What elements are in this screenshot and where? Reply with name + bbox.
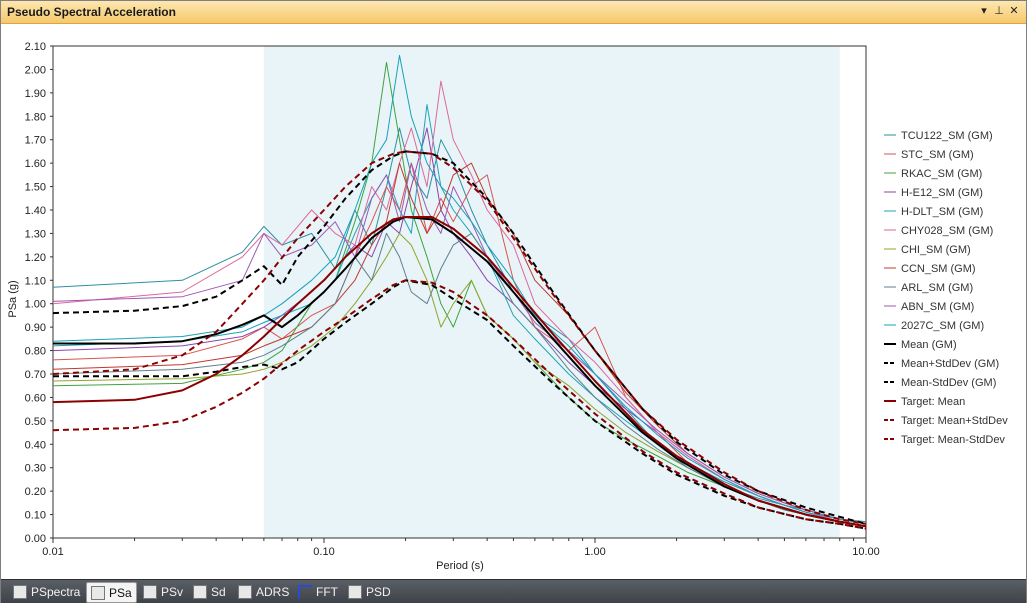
y-tick-label: 0.00 [25, 533, 46, 545]
legend-entry: RKAC_SM (GM) [901, 168, 982, 180]
y-tick-label: 0.40 [25, 439, 46, 451]
legend-entry: 2027C_SM (GM) [901, 320, 984, 332]
psd-icon [348, 584, 362, 599]
tab-adrs[interactable]: ADRS [234, 582, 289, 601]
tab-label: PSD [366, 584, 391, 599]
x-tick-label: 0.10 [313, 546, 334, 558]
legend-entry: CHI_SM (GM) [901, 244, 971, 256]
adrs-icon [238, 584, 252, 599]
view-tab-bar: PSpectra PSa PSv Sd ADRS FFT PSD [1, 579, 1026, 603]
pin-icon[interactable]: ⊥ [992, 4, 1006, 18]
tab-label: PSv [161, 584, 184, 599]
y-tick-label: 1.50 [25, 182, 46, 194]
y-tick-label: 0.50 [25, 416, 46, 428]
y-axis-label: PSa (g) [7, 280, 19, 317]
y-tick-label: 0.70 [25, 369, 46, 381]
tab-label: FFT [316, 584, 338, 599]
sd-icon [193, 584, 207, 599]
window-title: Pseudo Spectral Acceleration [7, 5, 176, 19]
legend-entry: H-DLT_SM (GM) [901, 206, 983, 218]
tab-psa[interactable]: PSa [86, 582, 137, 603]
y-tick-label: 2.10 [25, 41, 46, 53]
legend-entry: CCN_SM (GM) [901, 263, 976, 275]
x-axis-label: Period (s) [436, 560, 484, 572]
legend-entry: TCU122_SM (GM) [901, 130, 993, 142]
x-tick-label: 0.01 [42, 546, 63, 558]
title-bar: Pseudo Spectral Acceleration ▾ ⊥ ✕ [1, 1, 1026, 24]
close-icon[interactable]: ✕ [1007, 4, 1021, 18]
y-tick-label: 1.10 [25, 275, 46, 287]
chart-window: Pseudo Spectral Acceleration ▾ ⊥ ✕ 0.00 0… [0, 0, 1027, 603]
psa-icon [91, 585, 105, 600]
legend-entry: CHY028_SM (GM) [901, 225, 993, 237]
psv-icon [143, 584, 157, 599]
chart-area: 0.00 0.10 0.20 0.30 0.40 0.50 0.60 0.70 0.80 0.90… [1, 24, 1026, 579]
y-tick-label: 1.00 [25, 299, 46, 311]
x-tick-label: 10.00 [852, 546, 880, 558]
y-tick-label: 0.30 [25, 463, 46, 475]
legend-entry: Mean-StdDev (GM) [901, 377, 996, 389]
legend-entry: Target: Mean+StdDev [901, 415, 1008, 427]
tab-pspectra[interactable]: PSpectra [9, 582, 80, 601]
tab-label: ADRS [256, 584, 290, 599]
tab-label: Sd [211, 584, 226, 599]
pspectra-icon [13, 584, 27, 599]
legend-entry: STC_SM (GM) [901, 149, 974, 161]
tab-psv[interactable]: PSv [139, 582, 183, 601]
y-tick-label: 1.60 [25, 158, 46, 170]
y-tick-label: 0.80 [25, 346, 46, 358]
y-tick-label: 1.90 [25, 88, 46, 100]
legend-entry: ARL_SM (GM) [901, 282, 973, 294]
y-tick-label: 0.90 [25, 322, 46, 334]
y-tick-label: 2.00 [25, 64, 46, 76]
legend-entry: Target: Mean-StdDev [901, 434, 1005, 446]
y-tick-label: 1.30 [25, 228, 46, 240]
y-tick-label: 1.80 [25, 111, 46, 123]
legend-entry: Target: Mean [901, 396, 965, 408]
legend-entry: H-E12_SM (GM) [901, 187, 983, 199]
tab-psd[interactable]: PSD [344, 582, 391, 601]
y-tick-label: 0.10 [25, 510, 46, 522]
y-tick-label: 0.60 [25, 392, 46, 404]
psa-chart: 0.00 0.10 0.20 0.30 0.40 0.50 0.60 0.70 0.80 0.90… [7, 41, 1008, 572]
fft-icon [298, 584, 312, 599]
tab-fft[interactable]: FFT [294, 582, 338, 601]
legend-entry: ABN_SM (GM) [901, 301, 974, 313]
legend-entry: Mean (GM) [901, 339, 957, 351]
y-tick-label: 1.70 [25, 135, 46, 147]
tab-label: PSpectra [31, 584, 81, 599]
dropdown-icon[interactable]: ▾ [977, 4, 991, 18]
legend-entry: Mean+StdDev (GM) [901, 358, 999, 370]
tab-label: PSa [109, 585, 132, 600]
y-tick-label: 1.40 [25, 205, 46, 217]
x-tick-label: 1.00 [584, 546, 605, 558]
y-tick-label: 1.20 [25, 252, 46, 264]
tab-sd[interactable]: Sd [189, 582, 226, 601]
y-tick-label: 0.20 [25, 486, 46, 498]
